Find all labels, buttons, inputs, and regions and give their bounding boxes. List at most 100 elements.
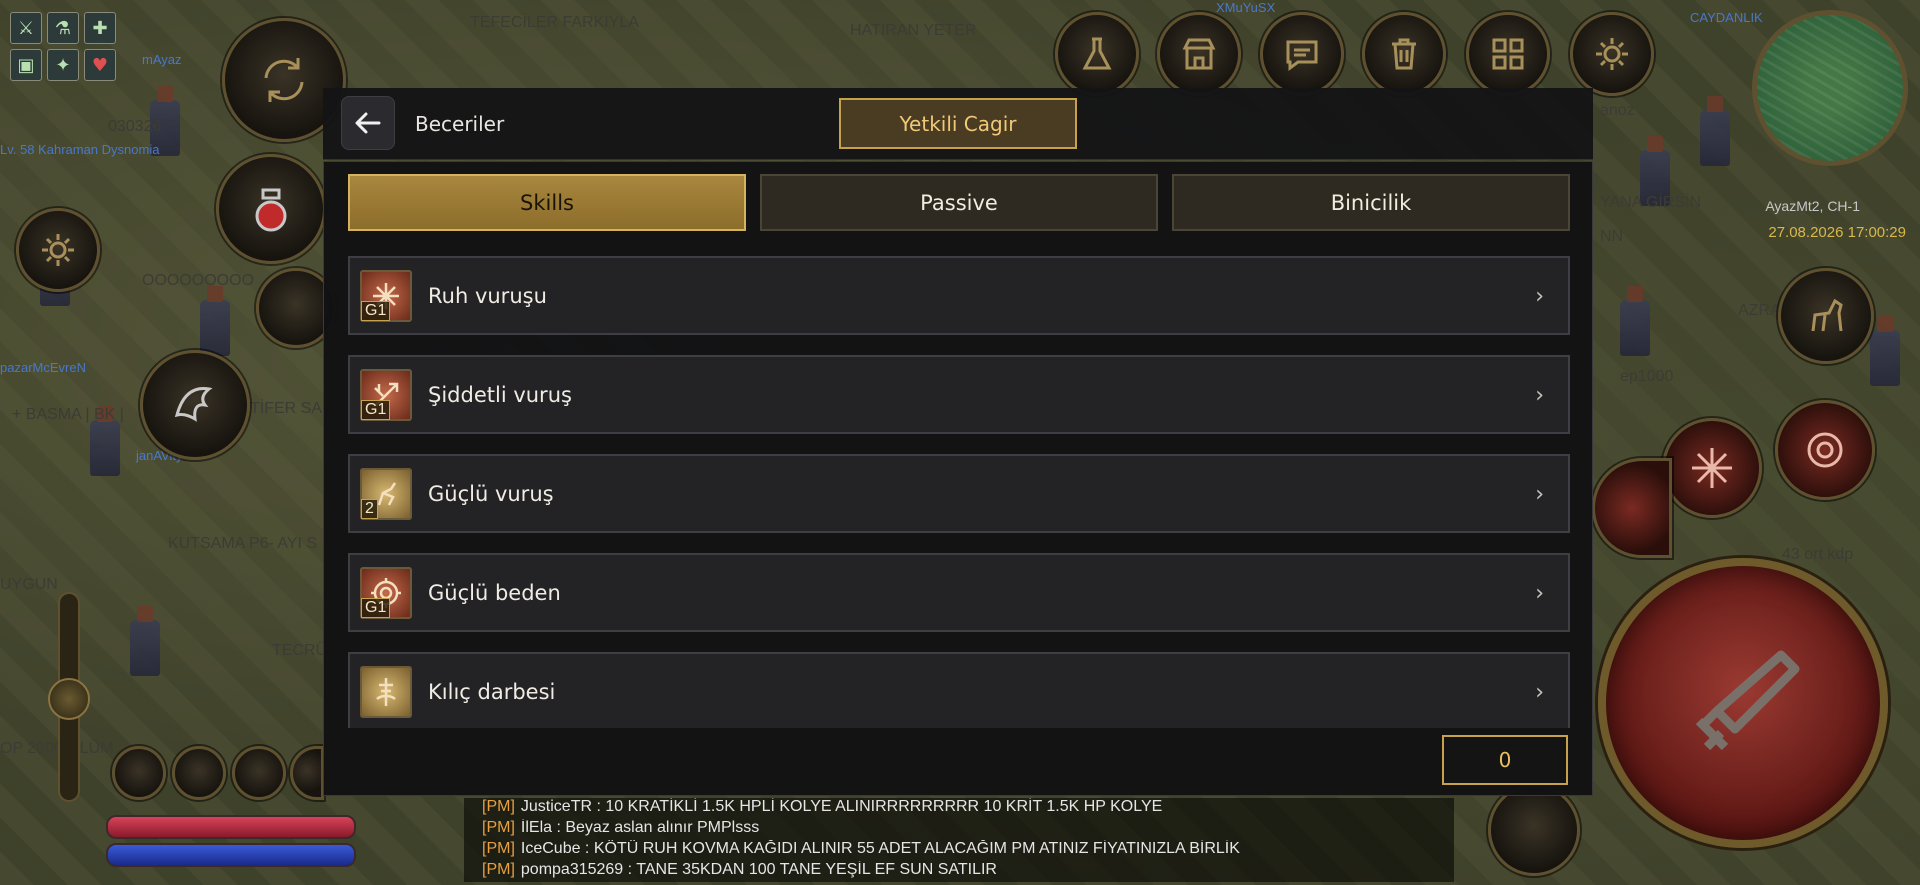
chat-tag: [PM] — [482, 840, 515, 857]
bg-label: OOOOOOOOO — [142, 272, 255, 289]
tab-skills[interactable]: Skills — [348, 174, 746, 231]
speed-buff-icon: ✦ — [47, 49, 79, 81]
attack-button[interactable] — [1598, 558, 1888, 848]
chat-icon — [1286, 40, 1318, 71]
npc-figure — [1700, 96, 1730, 166]
trash-icon — [1392, 38, 1416, 70]
tab-passive[interactable]: Passive — [760, 174, 1158, 231]
bg-label: 43 ort kdp — [1782, 546, 1854, 563]
settings-button-left[interactable] — [16, 208, 100, 292]
dragon-skill-button[interactable] — [140, 350, 250, 460]
sword-icon — [1695, 650, 1800, 751]
chat-line: [PM] İlEla : Beyaz aslan alınır PMPlsss — [482, 819, 1436, 840]
skill-row-guclu-vurus[interactable]: 2 Güçlü vuruş › — [348, 454, 1570, 533]
bg-label: ep1000 — [1620, 368, 1674, 385]
zoom-slider-knob[interactable] — [48, 678, 90, 720]
chat-tag: [PM] — [482, 819, 515, 836]
skill-name: Şiddetli vuruş — [428, 382, 572, 407]
bg-label: TECRÜ — [272, 642, 328, 659]
settings-button[interactable] — [1570, 12, 1654, 96]
chat-text: pompa315269 : TANE 35KDAN 100 TANE YEŞİL… — [520, 861, 997, 878]
strong-strike-icon: 2 — [360, 467, 412, 520]
chat-button[interactable] — [1260, 12, 1344, 96]
skill-name: Ruh vuruşu — [428, 283, 547, 308]
skill-row-kilic-darbesi[interactable]: Kılıç darbesi › — [348, 652, 1570, 728]
back-button[interactable] — [341, 96, 395, 150]
bg-player-label: Lv. 58 Kahraman Dysnomia — [0, 142, 160, 157]
skill-name: Güçlü vuruş — [428, 481, 554, 506]
modal-title: Beceriler — [415, 112, 505, 136]
npc-figure — [130, 606, 160, 676]
quick-slot-3[interactable] — [232, 746, 286, 800]
grid-icon — [1492, 38, 1524, 70]
flask-icon — [1082, 37, 1112, 70]
potion-buff-icon: ⚗ — [47, 12, 79, 44]
skills-modal-body: Skills Passive Binicilik G1 Ruh vuruşu ›… — [323, 161, 1593, 796]
skill-grade-badge: G1 — [361, 300, 391, 321]
bg-label: 030326 — [108, 118, 162, 135]
sword-buff-icon: ⚔ — [10, 12, 42, 44]
bg-player-label: XMuYuSX — [1216, 0, 1276, 15]
hp-buff-icon: ♥ — [84, 49, 116, 81]
heavy-strike-icon: G1 — [360, 368, 412, 421]
chat-line: [PM] IceCube : KÖTÜ RUH KOVMA KAĞIDI ALIN… — [482, 840, 1436, 861]
spirit-strike-icon: G1 — [360, 269, 412, 322]
gear-icon — [1596, 38, 1628, 70]
alchemy-button[interactable] — [1055, 12, 1139, 96]
buff-bar: ⚔ ⚗ ✚ ▣ ✦ ♥ — [10, 12, 120, 81]
status-bars — [106, 815, 356, 871]
bg-player-label: CAYDANLIK — [1690, 10, 1763, 25]
arrow-left-icon — [355, 112, 381, 134]
shield-buff-icon: ▣ — [10, 49, 42, 81]
chat-text: JusticeTR : 10 KRATİKLİ 1.5K HPLİ KOLYE … — [520, 798, 1163, 815]
skill-quick-button-2[interactable] — [1775, 400, 1875, 500]
skill-grade-badge: G1 — [361, 597, 391, 618]
call-gm-button[interactable]: Yetkili Cagir — [839, 98, 1077, 149]
skill-row-siddetli-vurus[interactable]: G1 Şiddetli vuruş › — [348, 355, 1570, 434]
date-time: 27.08.2026 17:00:29 — [1768, 224, 1906, 241]
chat-tag: [PM] — [482, 798, 515, 815]
skill-row-ruh-vurusu[interactable]: G1 Ruh vuruşu › — [348, 256, 1570, 335]
minimap[interactable] — [1752, 10, 1908, 166]
bg-label: AZRA — [1738, 302, 1781, 319]
bg-label: TİFER SA — [250, 400, 323, 417]
chevron-right-icon: › — [1535, 284, 1544, 309]
bg-label: TEFECİLER FARKIYLA — [470, 14, 639, 31]
hp-potion-button[interactable] — [216, 154, 326, 264]
gear-icon — [42, 234, 74, 266]
bg-label: + BASMA | BK | — [12, 406, 124, 423]
regen-buff-icon: ✚ — [84, 12, 116, 44]
quick-slot-1[interactable] — [112, 746, 166, 800]
strong-body-icon: G1 — [360, 566, 412, 619]
chat-line: [PM] pompa315269 : TANE 35KDAN 100 TANE Y… — [482, 861, 1436, 882]
bg-player-label: pazarMcEvreN — [0, 360, 86, 375]
skill-row-guclu-beden[interactable]: G1 Güçlü beden › — [348, 553, 1570, 632]
skill-quick-button-1[interactable] — [1662, 418, 1762, 518]
menu-grid-button[interactable] — [1466, 12, 1550, 96]
shop-button[interactable] — [1157, 12, 1241, 96]
dragon-icon — [174, 387, 213, 422]
mount-button[interactable] — [1778, 268, 1874, 364]
chat-text: IceCube : KÖTÜ RUH KOVMA KAĞIDI ALINIR 5… — [520, 840, 1240, 857]
sword-strike-icon — [360, 665, 412, 718]
quick-slot-2[interactable] — [172, 746, 226, 800]
skill-grade-badge: G1 — [361, 399, 391, 420]
bg-label: YANA GİRSİN — [1600, 194, 1702, 211]
skill-list[interactable]: G1 Ruh vuruşu › G1 Şiddetli vuruş › 2 Gü… — [348, 256, 1570, 728]
potion-icon — [255, 188, 287, 232]
skill-grade-badge: 2 — [361, 498, 378, 519]
mp-bar — [106, 843, 356, 867]
npc-figure — [90, 406, 120, 476]
npc-figure — [1870, 316, 1900, 386]
quick-slot-right[interactable] — [1488, 784, 1580, 876]
npc-figure — [1620, 286, 1650, 356]
chevron-right-icon: › — [1535, 581, 1544, 606]
shop-icon — [1182, 38, 1216, 70]
chevron-right-icon: › — [1535, 383, 1544, 408]
trash-button[interactable] — [1362, 12, 1446, 96]
chevron-right-icon: › — [1535, 680, 1544, 705]
bg-label: KUTSAMA P6- AYI S — [168, 535, 318, 552]
tab-riding[interactable]: Binicilik — [1172, 174, 1570, 231]
bg-player-label: mAyaz — [142, 52, 182, 67]
bg-label: anoz — [1600, 102, 1635, 119]
